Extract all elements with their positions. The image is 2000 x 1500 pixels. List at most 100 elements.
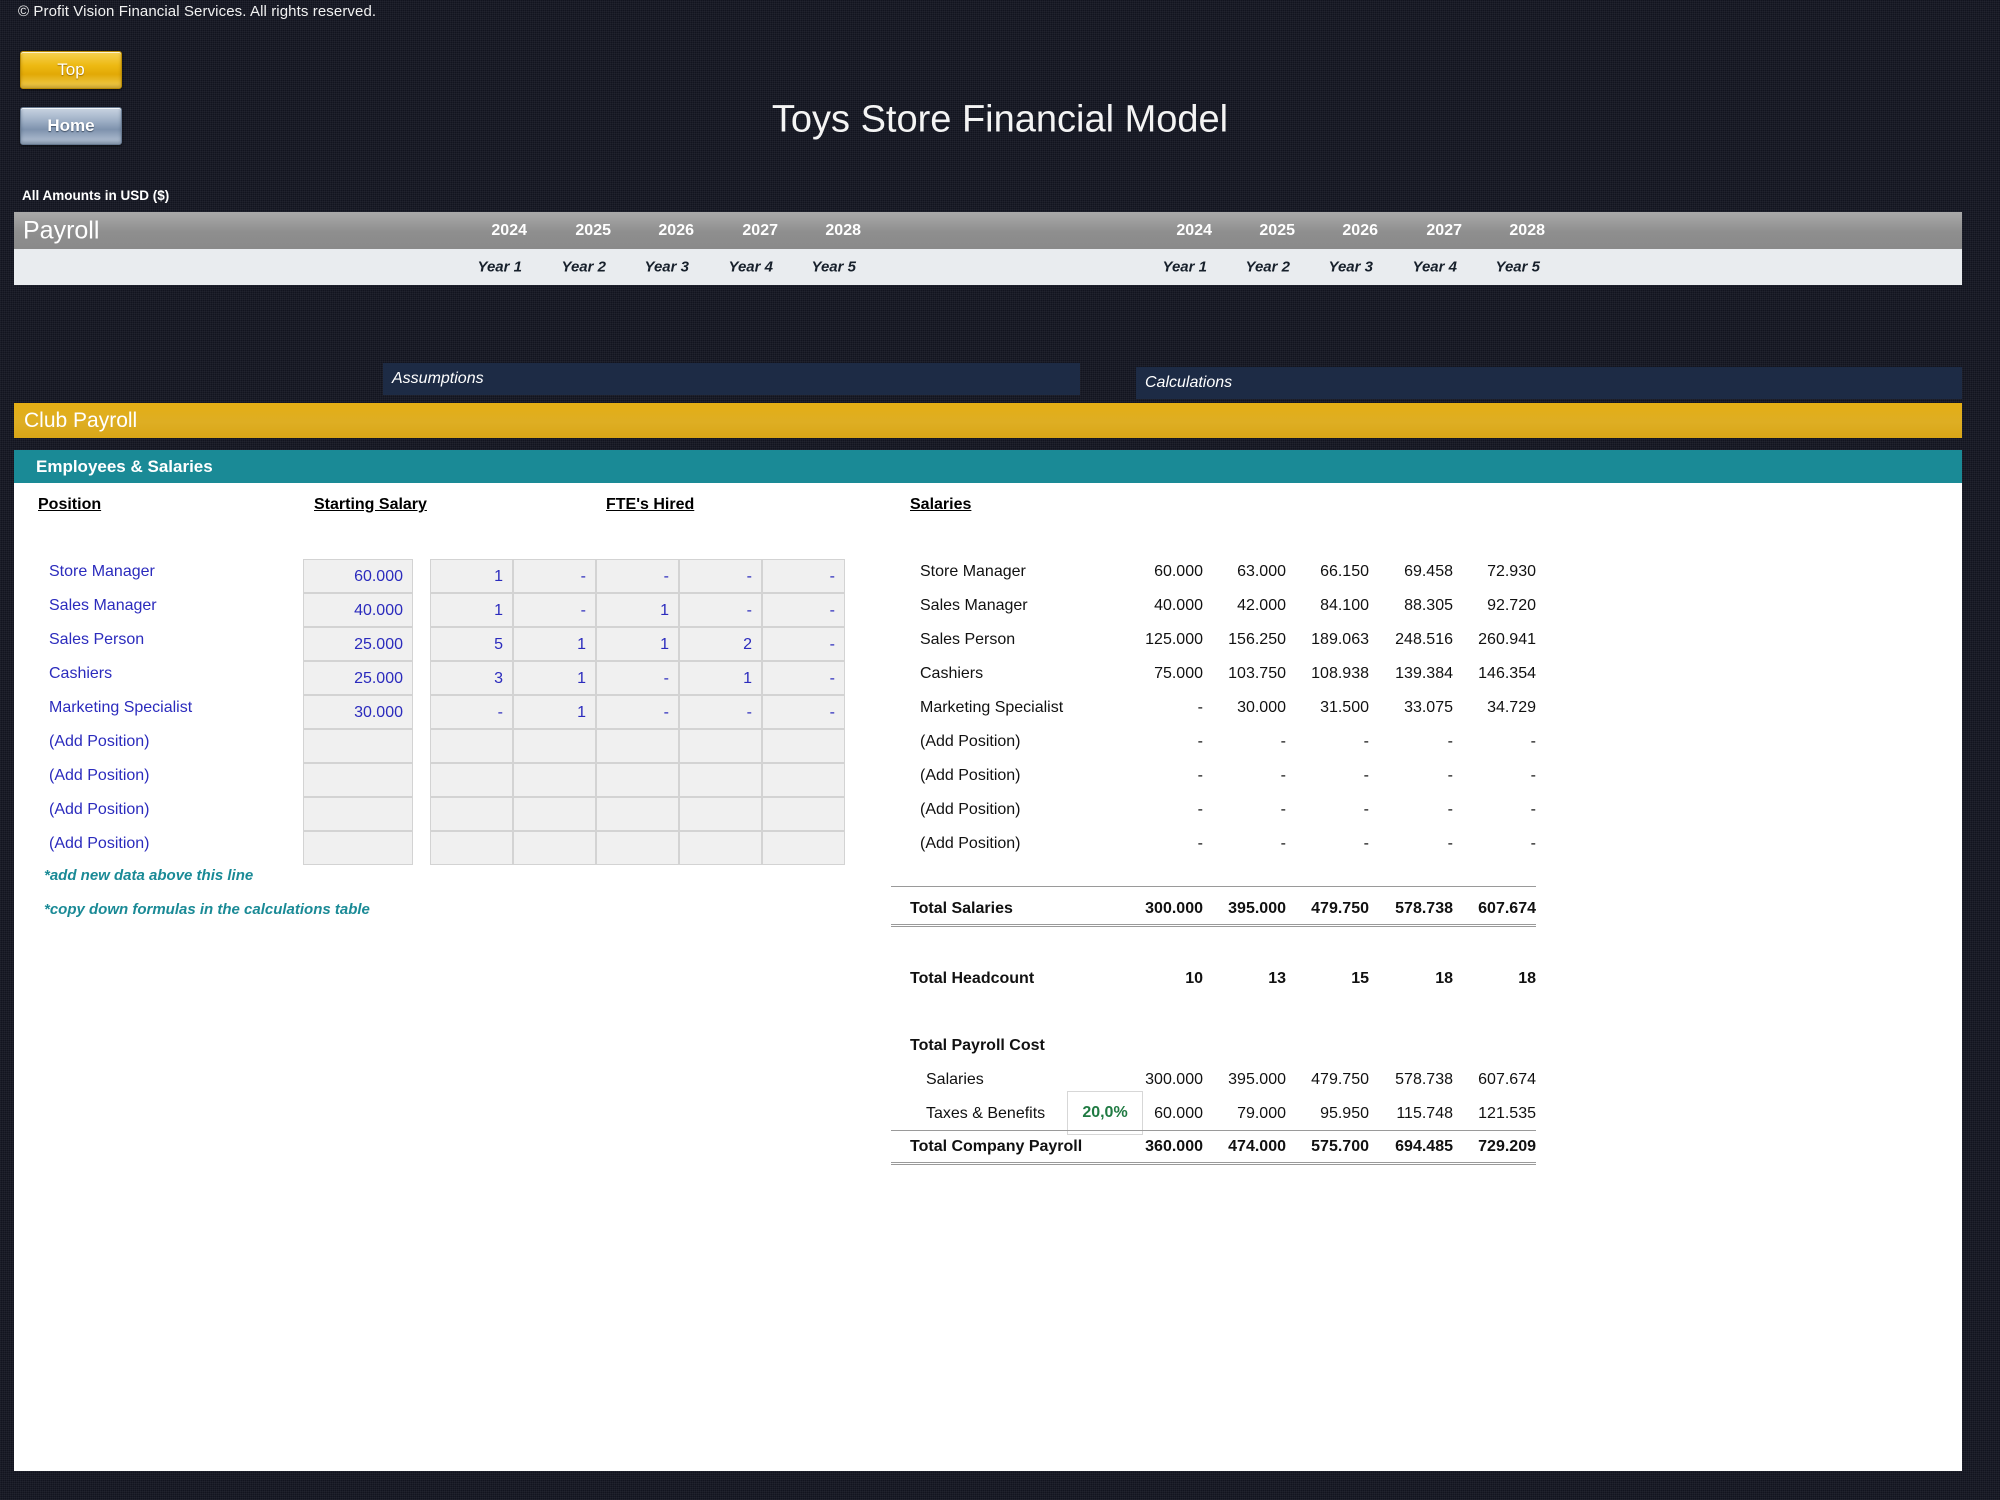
- total-headcount-label: Total Headcount: [910, 970, 1034, 988]
- fte-input-2-0[interactable]: 5: [430, 627, 513, 661]
- starting-salary-input-3[interactable]: 25.000: [303, 661, 413, 695]
- total-salaries-label: Total Salaries: [910, 900, 1013, 918]
- fte-input-1-2[interactable]: 1: [596, 593, 679, 627]
- fte-input-7-2[interactable]: [596, 797, 679, 831]
- currency-note: All Amounts in USD ($): [22, 188, 169, 203]
- fte-input-3-1[interactable]: 1: [513, 661, 596, 695]
- fte-input-0-3[interactable]: -: [679, 559, 762, 593]
- sheet-body: Position Starting Salary FTE's Hired Sal…: [14, 483, 1962, 1471]
- fte-input-5-4[interactable]: [762, 729, 845, 763]
- position-label-7[interactable]: (Add Position): [49, 801, 150, 819]
- calc-value-0-4: 72.930: [1416, 563, 1536, 581]
- column-header-fte-hired: FTE's Hired: [606, 496, 694, 514]
- fte-input-6-0[interactable]: [430, 763, 513, 797]
- calc-value-3-4: 146.354: [1416, 665, 1536, 683]
- calc-value-8-4: -: [1416, 835, 1536, 853]
- fte-input-7-4[interactable]: [762, 797, 845, 831]
- fte-input-4-3[interactable]: -: [679, 695, 762, 729]
- fte-input-7-0[interactable]: [430, 797, 513, 831]
- calc-position-label-0: Store Manager: [920, 563, 1026, 581]
- fte-input-3-0[interactable]: 3: [430, 661, 513, 695]
- fte-input-3-2[interactable]: -: [596, 661, 679, 695]
- fte-input-8-0[interactable]: [430, 831, 513, 865]
- fte-input-5-1[interactable]: [513, 729, 596, 763]
- calc-value-6-4: -: [1416, 767, 1536, 785]
- position-label-0[interactable]: Store Manager: [49, 563, 155, 581]
- fte-input-0-4[interactable]: -: [762, 559, 845, 593]
- fte-input-2-1[interactable]: 1: [513, 627, 596, 661]
- column-header-starting-salary: Starting Salary: [314, 496, 427, 514]
- fte-input-1-1[interactable]: -: [513, 593, 596, 627]
- fte-input-8-1[interactable]: [513, 831, 596, 865]
- position-label-2[interactable]: Sales Person: [49, 631, 144, 649]
- assumption-yearlabel-4: Year 4: [703, 259, 773, 276]
- total-salaries-bottom-rule: [891, 924, 1536, 927]
- fte-input-1-0[interactable]: 1: [430, 593, 513, 627]
- fte-input-6-2[interactable]: [596, 763, 679, 797]
- fte-input-2-4[interactable]: -: [762, 627, 845, 661]
- position-label-6[interactable]: (Add Position): [49, 767, 150, 785]
- starting-salary-input-5[interactable]: [303, 729, 413, 763]
- top-button[interactable]: Top: [20, 51, 122, 89]
- fte-input-6-1[interactable]: [513, 763, 596, 797]
- fte-input-4-0[interactable]: -: [430, 695, 513, 729]
- fte-input-3-4[interactable]: -: [762, 661, 845, 695]
- section-title: Payroll: [23, 216, 99, 245]
- starting-salary-input-8[interactable]: [303, 831, 413, 865]
- fte-input-0-0[interactable]: 1: [430, 559, 513, 593]
- starting-salary-input-1[interactable]: 40.000: [303, 593, 413, 627]
- fte-input-2-2[interactable]: 1: [596, 627, 679, 661]
- fte-input-3-3[interactable]: 1: [679, 661, 762, 695]
- assumption-yearlabel-1: Year 1: [452, 259, 522, 276]
- starting-salary-input-4[interactable]: 30.000: [303, 695, 413, 729]
- starting-salary-input-2[interactable]: 25.000: [303, 627, 413, 661]
- fte-input-5-0[interactable]: [430, 729, 513, 763]
- fte-input-8-3[interactable]: [679, 831, 762, 865]
- employees-salaries-section-bar: Employees & Salaries: [14, 450, 1962, 483]
- calc-value-5-4: -: [1416, 733, 1536, 751]
- assumption-year-2024: 2024: [457, 222, 527, 240]
- position-label-5[interactable]: (Add Position): [49, 733, 150, 751]
- calc-position-label-6: (Add Position): [920, 767, 1021, 785]
- position-label-3[interactable]: Cashiers: [49, 665, 112, 683]
- fte-input-8-2[interactable]: [596, 831, 679, 865]
- fte-input-7-1[interactable]: [513, 797, 596, 831]
- calc-position-label-7: (Add Position): [920, 801, 1021, 819]
- total-payroll-cost-label: Total Payroll Cost: [910, 1037, 1045, 1055]
- fte-input-6-3[interactable]: [679, 763, 762, 797]
- taxes-benefits-label: Taxes & Benefits: [926, 1105, 1045, 1123]
- fte-input-0-1[interactable]: -: [513, 559, 596, 593]
- assumption-year-2025: 2025: [541, 222, 611, 240]
- starting-salary-input-7[interactable]: [303, 797, 413, 831]
- starting-salary-input-0[interactable]: 60.000: [303, 559, 413, 593]
- calculation-yearlabel-2: Year 2: [1220, 259, 1290, 276]
- note-add-new-data: *add new data above this line: [44, 867, 253, 884]
- fte-input-7-3[interactable]: [679, 797, 762, 831]
- position-label-1[interactable]: Sales Manager: [49, 597, 157, 615]
- calculation-yearlabel-3: Year 3: [1303, 259, 1373, 276]
- total-headcount-value-4: 18: [1416, 970, 1536, 988]
- fte-input-1-3[interactable]: -: [679, 593, 762, 627]
- year-label-band: Year 1 Year 2 Year 3 Year 4 Year 5 Year …: [14, 249, 1962, 285]
- calc-position-label-4: Marketing Specialist: [920, 699, 1063, 717]
- position-label-4[interactable]: Marketing Specialist: [49, 699, 192, 717]
- calc-position-label-1: Sales Manager: [920, 597, 1028, 615]
- fte-input-2-3[interactable]: 2: [679, 627, 762, 661]
- fte-input-4-4[interactable]: -: [762, 695, 845, 729]
- fte-input-1-4[interactable]: -: [762, 593, 845, 627]
- total-salaries-value-4: 607.674: [1416, 900, 1536, 918]
- calculation-year-2026: 2026: [1308, 222, 1378, 240]
- fte-input-0-2[interactable]: -: [596, 559, 679, 593]
- fte-input-4-1[interactable]: 1: [513, 695, 596, 729]
- fte-input-5-2[interactable]: [596, 729, 679, 763]
- calculation-year-2027: 2027: [1392, 222, 1462, 240]
- calc-value-7-4: -: [1416, 801, 1536, 819]
- position-label-8[interactable]: (Add Position): [49, 835, 150, 853]
- fte-input-4-2[interactable]: -: [596, 695, 679, 729]
- starting-salary-input-6[interactable]: [303, 763, 413, 797]
- fte-input-6-4[interactable]: [762, 763, 845, 797]
- page-title: Toys Store Financial Model: [0, 99, 2000, 142]
- fte-input-8-4[interactable]: [762, 831, 845, 865]
- fte-input-5-3[interactable]: [679, 729, 762, 763]
- assumption-yearlabel-3: Year 3: [619, 259, 689, 276]
